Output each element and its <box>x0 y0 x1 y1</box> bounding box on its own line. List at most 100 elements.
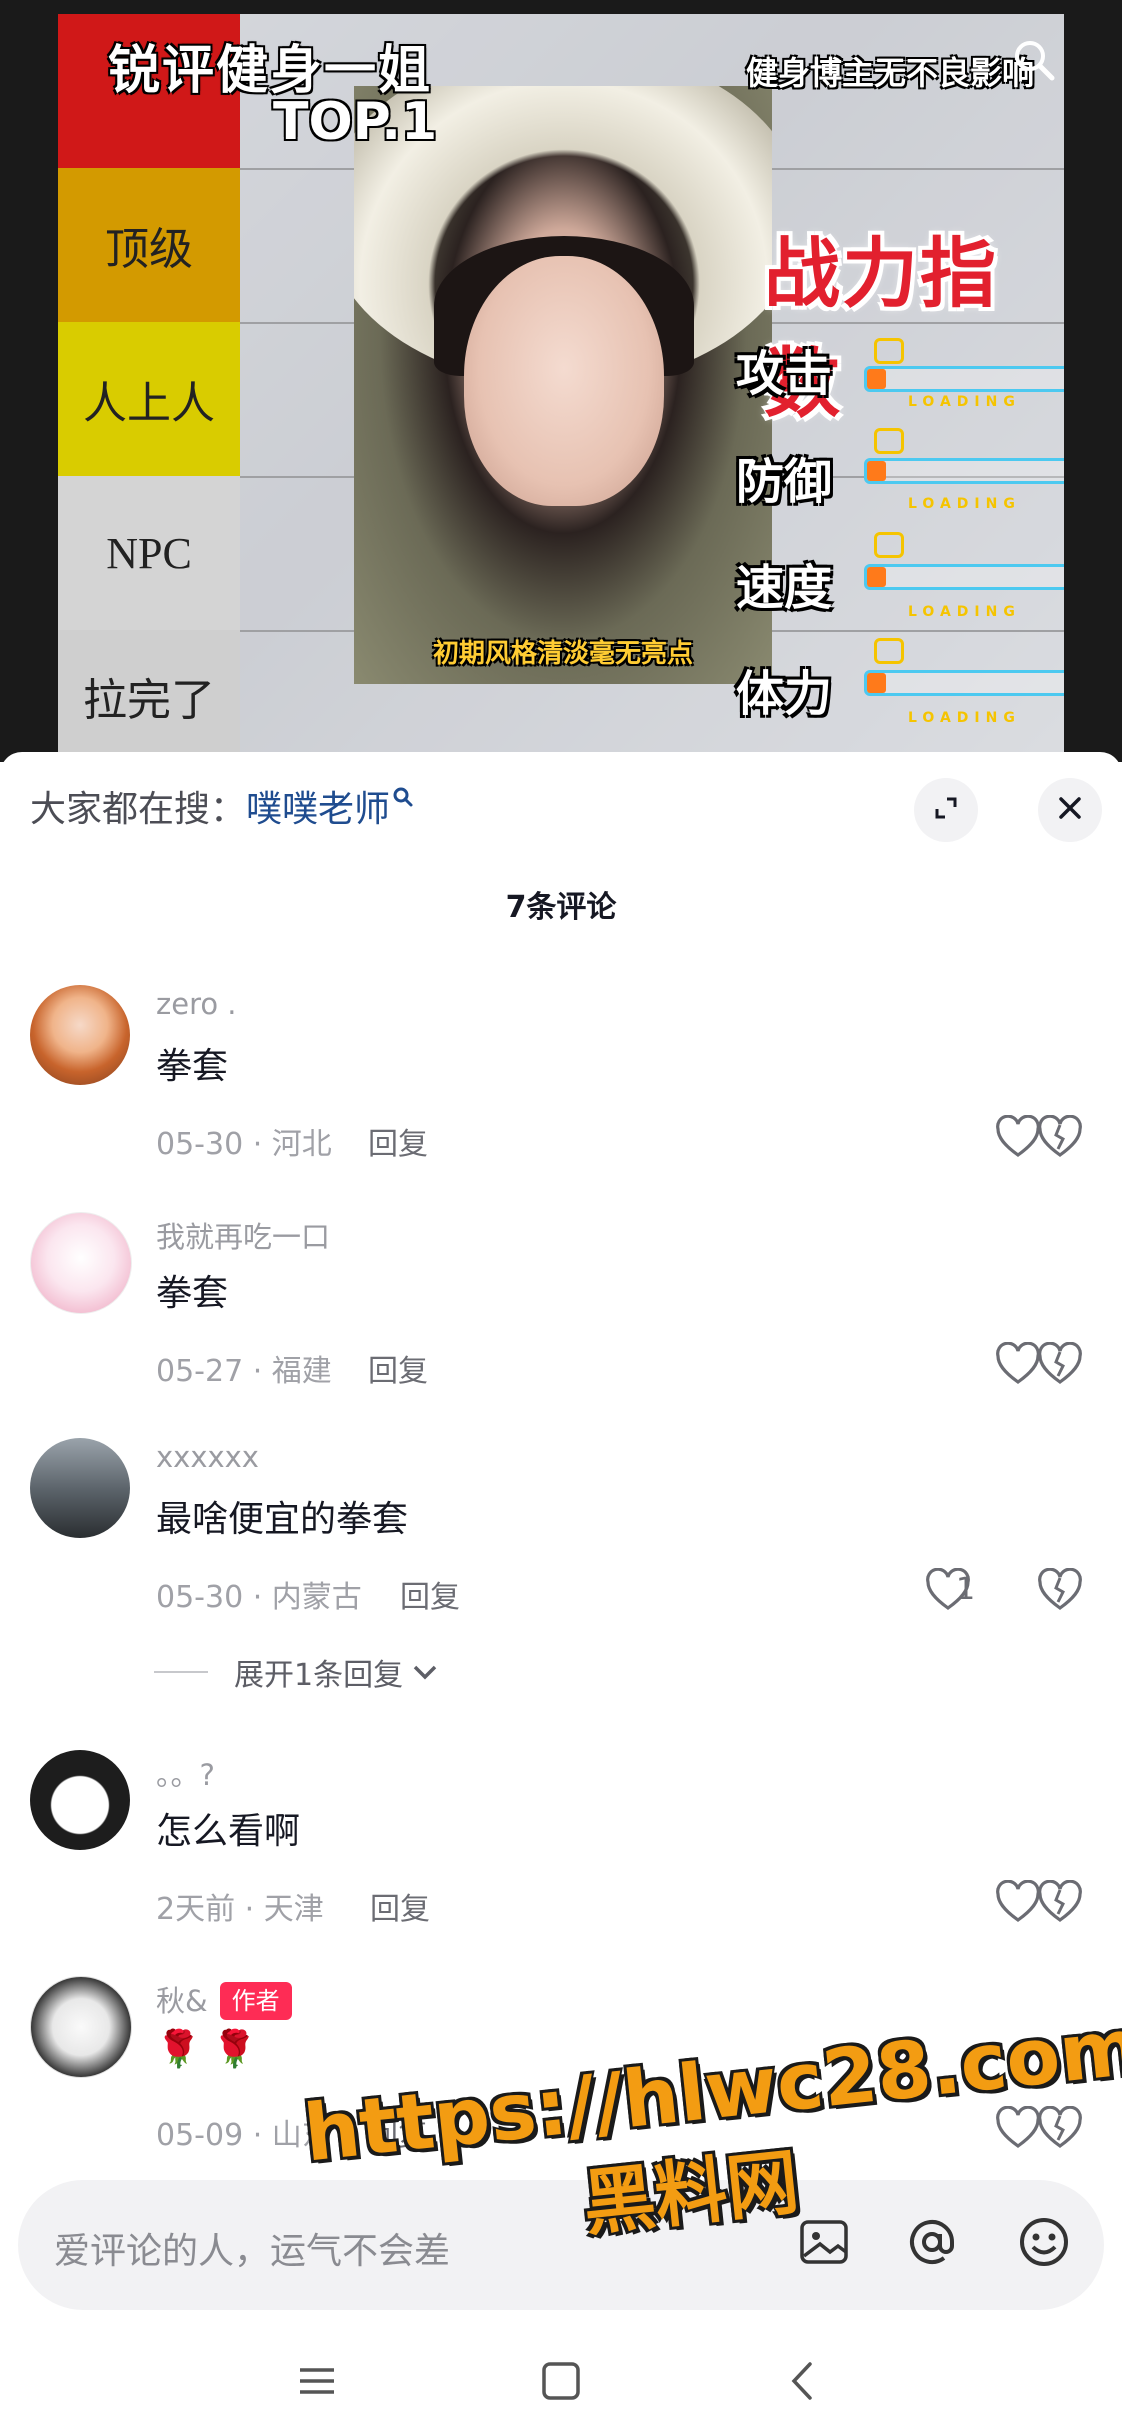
face <box>464 256 664 506</box>
stat-bar <box>864 366 1064 392</box>
back-icon[interactable] <box>780 2358 826 2408</box>
comment-text: 最啥便宜的拳套 <box>156 1499 409 1540</box>
tier-label: 人上人 <box>58 322 240 478</box>
stat-indicator <box>874 638 904 664</box>
expand-replies-button[interactable]: 展开1条回复 <box>154 1650 439 1694</box>
emoji-icon[interactable] <box>1014 2212 1074 2276</box>
stat-bar <box>864 564 1064 590</box>
hot-search-prefix: 大家都在搜： <box>30 789 247 830</box>
comment-username[interactable]: 我就再吃一口 <box>156 1214 330 1256</box>
tier-label: NPC <box>58 476 240 632</box>
disclaimer-text: 健身博主无不良影响 <box>745 54 1034 92</box>
comment-input-bar[interactable]: 爱评论的人，运气不会差 <box>18 2180 1104 2310</box>
reply-button[interactable]: 回复 <box>368 2110 428 2154</box>
search-icon[interactable] <box>1012 38 1056 86</box>
video-photo: 初期风格清淡毫无亮点 <box>354 86 772 684</box>
search-icon <box>392 780 414 821</box>
dislike-button[interactable] <box>1036 1567 1084 1616</box>
reply-button[interactable]: 回复 <box>368 1119 428 1163</box>
dislike-button[interactable] <box>1036 1879 1084 1928</box>
comment-location: 内蒙古 <box>271 1580 362 1615</box>
reply-button[interactable]: 回复 <box>370 1884 430 1928</box>
comment-item: 秋& 作者 🌹 🌹 05-09 · 山东 回复 <box>0 1976 1122 2186</box>
close-icon <box>1056 794 1084 826</box>
comment-location: 福建 <box>271 1354 332 1389</box>
comment-item: 。。? 怎么看啊 2天前 · 天津 回复 <box>0 1750 1122 1960</box>
comment-location: 天津 <box>263 1892 324 1927</box>
comment-text: 🌹 🌹 <box>156 2029 258 2070</box>
video-player[interactable]: 顶级 人上人 NPC 拉完了 初期风格清淡毫无亮点 锐评健身一姐 TOP.1 健… <box>0 0 1122 762</box>
expand-button[interactable] <box>914 778 978 842</box>
meta-separator: · <box>243 1127 272 1162</box>
avatar[interactable] <box>30 1438 130 1538</box>
comment-item: zero . 拳套 05-30 · 河北 回复 <box>0 985 1122 1195</box>
comment-meta: 05-09 · 山东 <box>156 2110 332 2154</box>
broken-heart-icon <box>1036 1114 1084 1163</box>
stat-indicator <box>874 338 904 364</box>
hot-search-row[interactable]: 大家都在搜：噗噗老师 <box>30 780 414 832</box>
dislike-button[interactable] <box>1036 2105 1084 2154</box>
broken-heart-icon <box>1036 1567 1084 1616</box>
hot-search-term[interactable]: 噗噗老师 <box>246 789 390 830</box>
comment-date: 05-27 <box>156 1354 244 1389</box>
like-button[interactable] <box>994 1879 1042 1928</box>
comment-location: 河北 <box>271 1127 332 1162</box>
loading-text: LOADING <box>908 710 1021 726</box>
video-title-rank: TOP.1 <box>273 92 438 152</box>
username-text: 秋& <box>156 1984 208 2018</box>
reply-button[interactable]: 回复 <box>368 1346 428 1390</box>
avatar[interactable] <box>30 985 130 1085</box>
comment-username[interactable]: 秋& 作者 <box>156 1978 292 2020</box>
comment-meta: 2天前 · 天津 <box>156 1884 324 1928</box>
close-button[interactable] <box>1038 778 1102 842</box>
comment-text: 拳套 <box>156 1046 229 1087</box>
comment-input[interactable]: 爱评论的人，运气不会差 <box>54 2222 450 2274</box>
broken-heart-icon <box>1036 1341 1084 1390</box>
avatar[interactable] <box>30 1212 132 1314</box>
author-badge: 作者 <box>219 1982 292 2020</box>
home-icon[interactable] <box>538 2358 584 2408</box>
comment-date: 05-30 <box>156 1580 244 1615</box>
menu-icon[interactable] <box>294 2358 340 2408</box>
heart-icon <box>994 1341 1042 1390</box>
comment-item: 我就再吃一口 拳套 05-27 · 福建 回复 <box>0 1212 1122 1422</box>
like-button[interactable] <box>994 1341 1042 1390</box>
comment-meta: 05-30 · 河北 <box>156 1119 332 1163</box>
comment-username[interactable]: xxxxxx <box>156 1440 259 1474</box>
stat-label: 防御 <box>736 454 833 510</box>
avatar[interactable] <box>30 1976 132 2078</box>
like-count: 1 <box>956 1572 976 1607</box>
comment-date: 05-09 <box>156 2118 244 2153</box>
stat-label: 攻击 <box>736 346 833 402</box>
loading-text: LOADING <box>908 604 1021 620</box>
like-button[interactable] <box>994 2105 1042 2154</box>
meta-separator: · <box>243 1580 272 1615</box>
stat-bar <box>864 458 1064 484</box>
photo-caption: 初期风格清淡毫无亮点 <box>432 639 693 669</box>
stat-indicator <box>874 428 904 454</box>
comment-username[interactable]: 。。? <box>156 1752 215 1794</box>
mention-icon[interactable] <box>902 2212 962 2276</box>
video-frame: 顶级 人上人 NPC 拉完了 初期风格清淡毫无亮点 锐评健身一姐 TOP.1 健… <box>58 14 1064 762</box>
reply-button[interactable]: 回复 <box>400 1572 460 1616</box>
loading-text: LOADING <box>908 394 1021 410</box>
comment-text: 拳套 <box>156 1273 229 1314</box>
image-icon[interactable] <box>794 2212 854 2276</box>
meta-separator: · <box>243 2118 272 2153</box>
meta-separator: · <box>235 1892 264 1927</box>
dislike-button[interactable] <box>1036 1114 1084 1163</box>
avatar[interactable] <box>30 1750 130 1850</box>
comment-location: 山东 <box>271 2118 332 2153</box>
heart-icon <box>994 1114 1042 1163</box>
tier-label: 顶级 <box>58 168 240 324</box>
comment-item: xxxxxx 最啥便宜的拳套 05-30 · 内蒙古 回复 1 <box>0 1438 1122 1648</box>
comment-count-title: 7条评论 <box>505 890 617 925</box>
like-button[interactable] <box>994 1114 1042 1163</box>
heart-icon <box>994 2105 1042 2154</box>
broken-heart-icon <box>1036 2105 1084 2154</box>
tier-label: 拉完了 <box>58 630 240 762</box>
heart-icon <box>994 1879 1042 1928</box>
stat-label: 体力 <box>736 666 833 722</box>
comment-username[interactable]: zero . <box>156 987 237 1021</box>
dislike-button[interactable] <box>1036 1341 1084 1390</box>
